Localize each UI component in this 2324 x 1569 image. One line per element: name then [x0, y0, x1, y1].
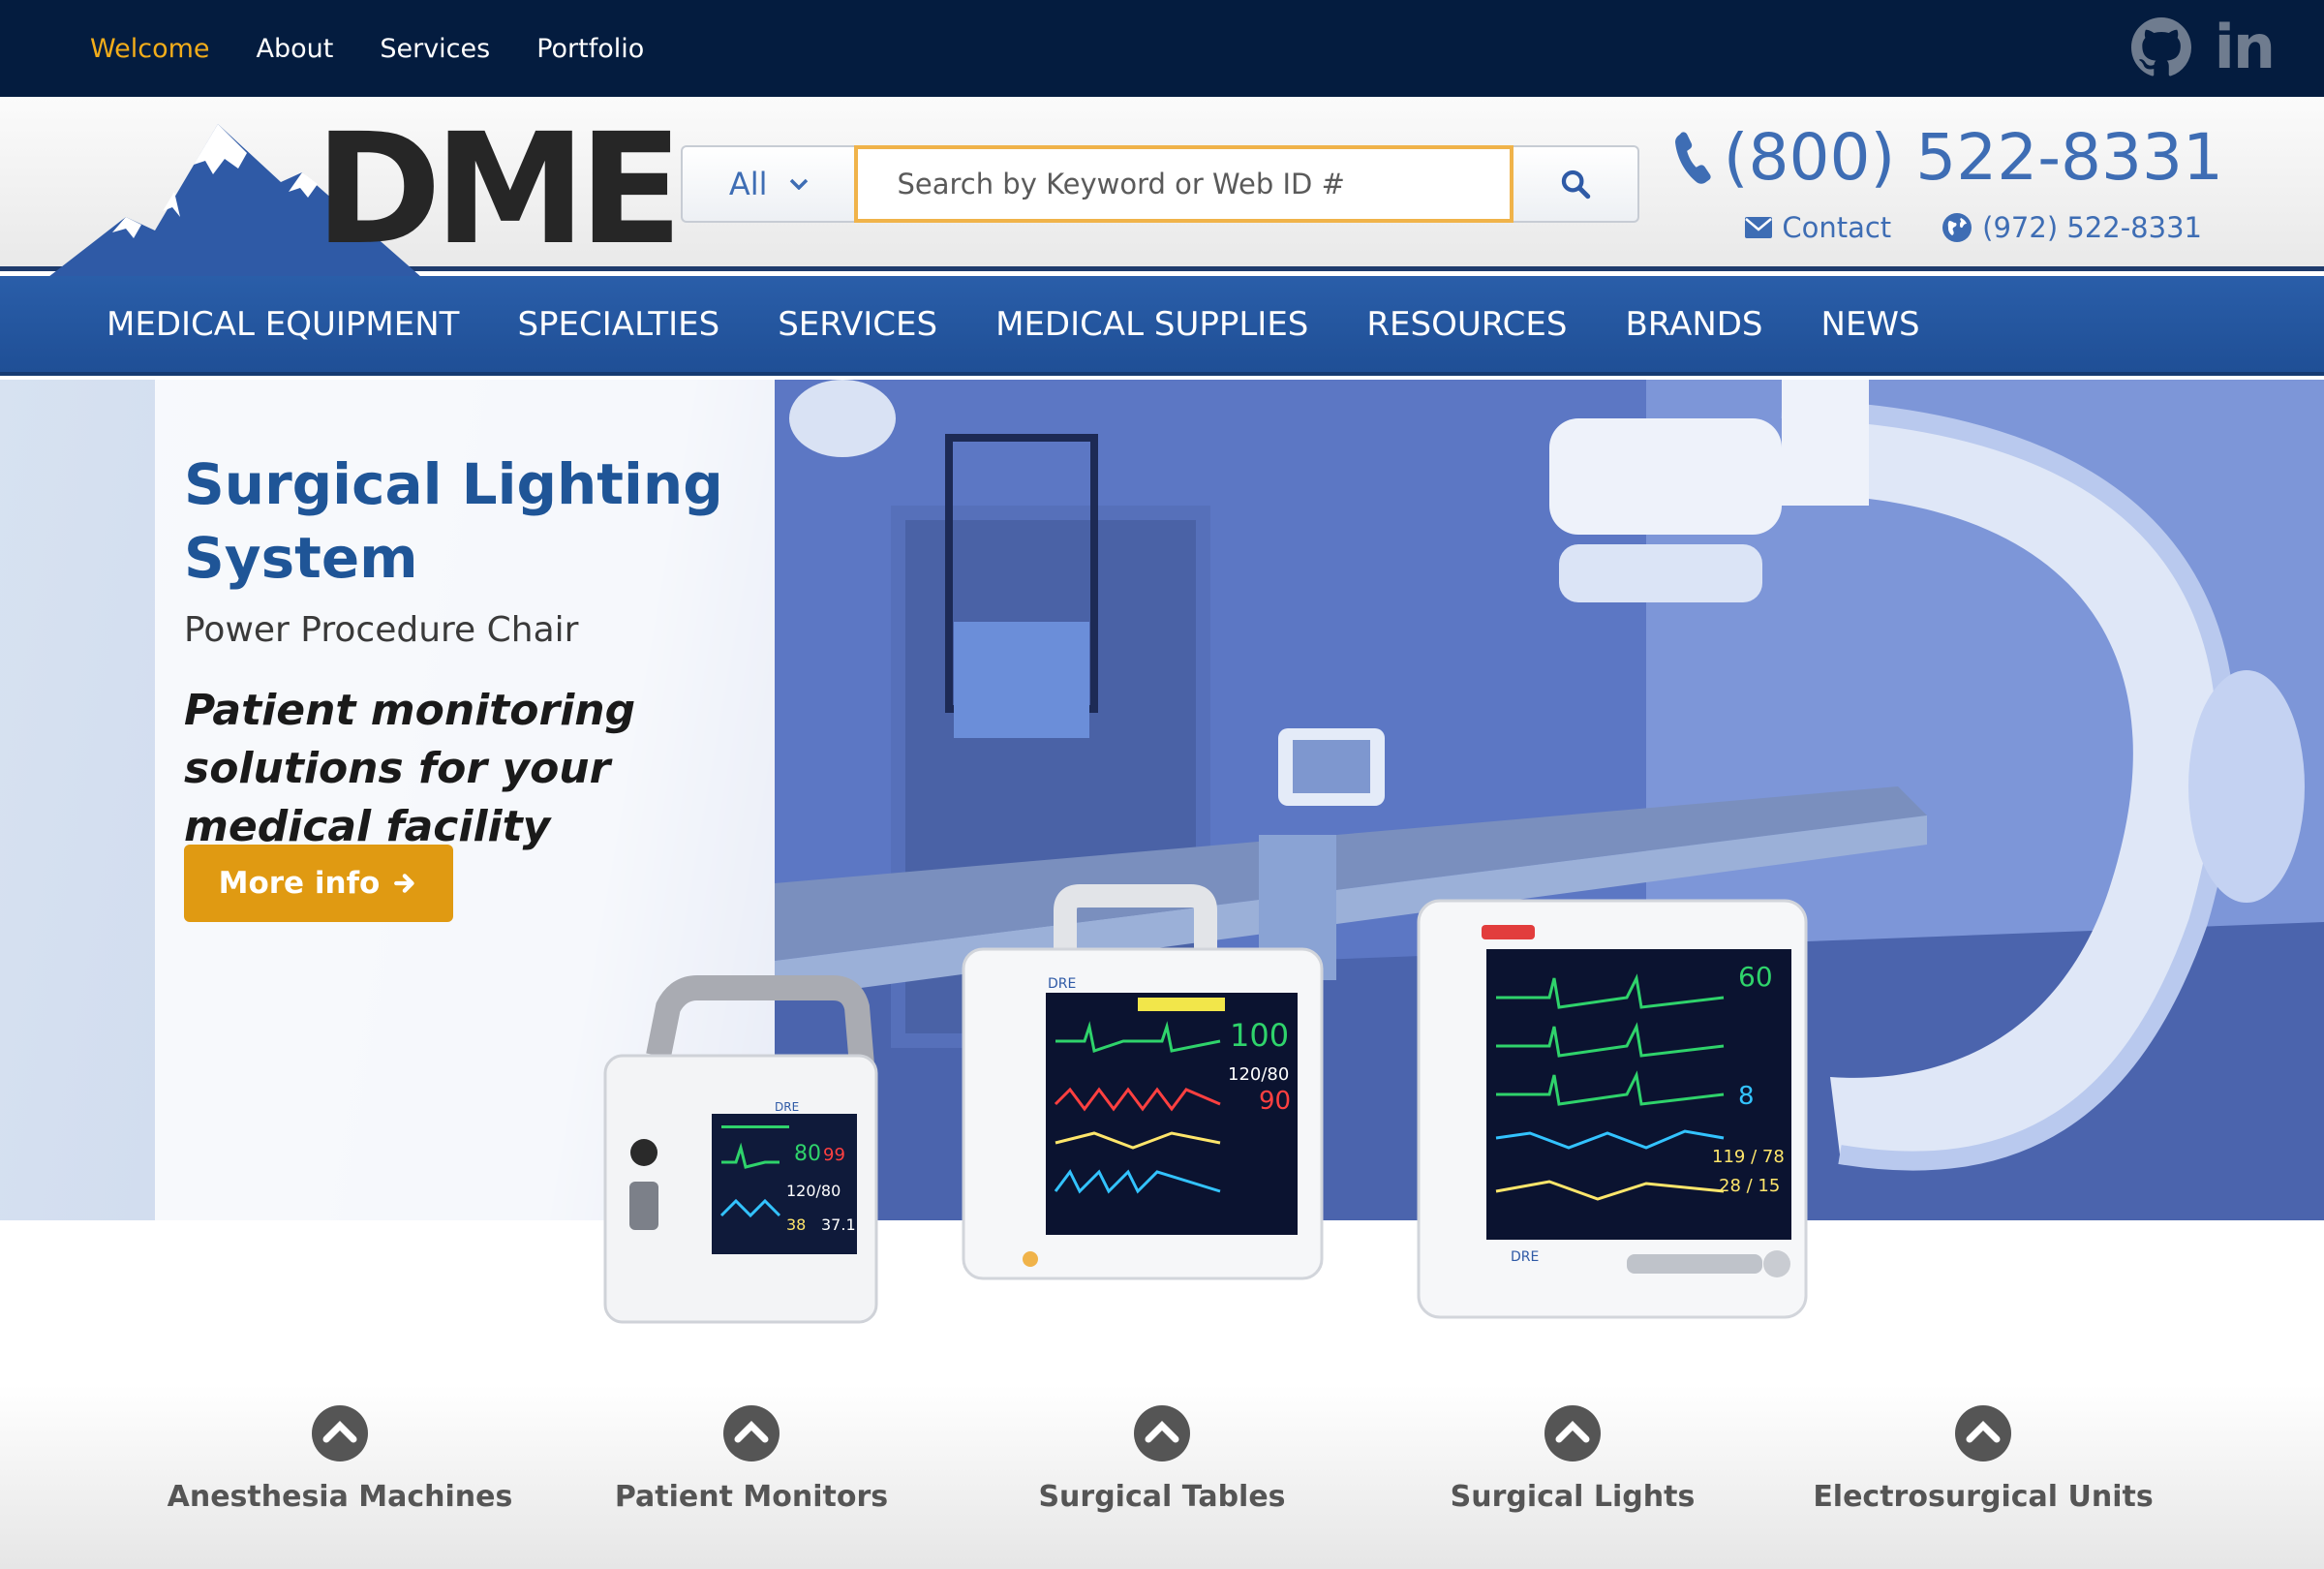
- medium-monitor-bp: 120/80: [1228, 1064, 1289, 1085]
- large-monitor-bp: 119 / 78: [1712, 1147, 1785, 1167]
- hero-tagline: Patient monitoring solutions for your me…: [184, 686, 636, 851]
- main-nav: MEDICAL EQUIPMENT SPECIALTIES SERVICES M…: [0, 276, 2324, 376]
- nav-medical-equipment[interactable]: MEDICAL EQUIPMENT: [107, 305, 459, 344]
- small-monitor-spo2: 99: [823, 1145, 845, 1165]
- patient-monitors-image: 80 99 120/80 38 37.1 DRE 100 120/80 90 D…: [603, 884, 1808, 1324]
- category-patient-monitors[interactable]: Patient Monitors: [558, 1404, 945, 1514]
- github-icon[interactable]: [2130, 17, 2191, 77]
- large-monitor-resp: 8: [1738, 1082, 1755, 1111]
- category-label: Patient Monitors: [614, 1480, 889, 1514]
- small-monitor-resp: 38: [786, 1215, 806, 1234]
- large-monitor-co2: 28 / 15: [1719, 1176, 1780, 1196]
- category-label: Electrosurgical Units: [1813, 1480, 2154, 1514]
- phone-icon: [1674, 132, 1711, 184]
- chevron-up-circle-icon: [1134, 1405, 1190, 1461]
- category-label: Anesthesia Machines: [167, 1480, 513, 1514]
- medium-monitor-spo2: 90: [1259, 1087, 1291, 1116]
- contact-row: Contact (972) 522-8331: [1745, 211, 2202, 244]
- small-monitor-temp: 37.1: [821, 1215, 856, 1234]
- search-icon: [1562, 169, 1591, 200]
- nav-medical-supplies[interactable]: MEDICAL SUPPLIES: [995, 305, 1308, 344]
- category-electrosurgical-units[interactable]: Electrosurgical Units: [1789, 1404, 2177, 1514]
- contact-label: Contact: [1782, 211, 1892, 244]
- logo-text[interactable]: DME: [315, 112, 683, 267]
- medium-monitor-brand: DRE: [1048, 976, 1076, 992]
- nav-services[interactable]: SERVICES: [778, 305, 937, 344]
- search-category-select[interactable]: All: [681, 145, 855, 223]
- small-monitor-hr: 80: [794, 1142, 821, 1166]
- category-label: Surgical Tables: [1038, 1480, 1286, 1514]
- medium-monitor-hr: 100: [1230, 1017, 1289, 1054]
- site-header: DME All (800) 522-8331 Contact: [0, 97, 2324, 277]
- nav-specialties[interactable]: SPECIALTIES: [517, 305, 719, 344]
- category-surgical-tables[interactable]: Surgical Tables: [968, 1404, 1356, 1514]
- top-nav-services[interactable]: Services: [380, 34, 490, 64]
- chevron-up-circle-icon: [312, 1405, 368, 1461]
- search-input[interactable]: [854, 145, 1514, 223]
- globe-icon: [1942, 213, 1972, 242]
- chevron-up-circle-icon: [1955, 1405, 2011, 1461]
- chevron-up-circle-icon: [723, 1405, 780, 1461]
- social-links: in: [2130, 14, 2276, 81]
- linkedin-icon[interactable]: in: [2215, 14, 2276, 81]
- small-monitor-bp: 120/80: [786, 1182, 841, 1200]
- top-nav-portfolio[interactable]: Portfolio: [536, 34, 644, 64]
- search-button[interactable]: [1514, 145, 1639, 223]
- alt-phone-number: (972) 522-8331: [1982, 211, 2202, 244]
- top-bar: Welcome About Services Portfolio in: [0, 0, 2324, 97]
- category-strip: Anesthesia Machines Patient Monitors Sur…: [0, 1385, 2324, 1569]
- category-anesthesia-machines[interactable]: Anesthesia Machines: [146, 1404, 534, 1514]
- small-monitor-brand: DRE: [775, 1100, 799, 1114]
- nav-resources[interactable]: RESOURCES: [1366, 305, 1567, 344]
- large-monitor-brand: DRE: [1511, 1249, 1539, 1265]
- search-bar: All: [681, 145, 1639, 223]
- category-surgical-lights[interactable]: Surgical Lights: [1379, 1404, 1766, 1514]
- chevron-down-icon: [789, 178, 808, 190]
- chevron-up-circle-icon: [1544, 1405, 1601, 1461]
- phone-link[interactable]: (800) 522-8331: [1673, 124, 2223, 192]
- search-category-label: All: [728, 166, 768, 202]
- top-nav: Welcome About Services Portfolio: [90, 0, 644, 97]
- hero-title: Surgical Lighting System: [184, 451, 723, 591]
- top-nav-about[interactable]: About: [257, 34, 334, 64]
- category-label: Surgical Lights: [1450, 1480, 1696, 1514]
- top-nav-welcome[interactable]: Welcome: [90, 34, 210, 64]
- hero-subtitle: Power Procedure Chair: [184, 610, 579, 650]
- nav-news[interactable]: NEWS: [1821, 305, 1920, 344]
- phone-number: (800) 522-8331: [1723, 120, 2223, 195]
- contact-link[interactable]: Contact: [1745, 211, 1891, 244]
- large-monitor-hr: 60: [1738, 961, 1773, 993]
- envelope-icon: [1745, 217, 1773, 238]
- alt-phone-link[interactable]: (972) 522-8331: [1942, 211, 2202, 244]
- nav-brands[interactable]: BRANDS: [1625, 305, 1762, 344]
